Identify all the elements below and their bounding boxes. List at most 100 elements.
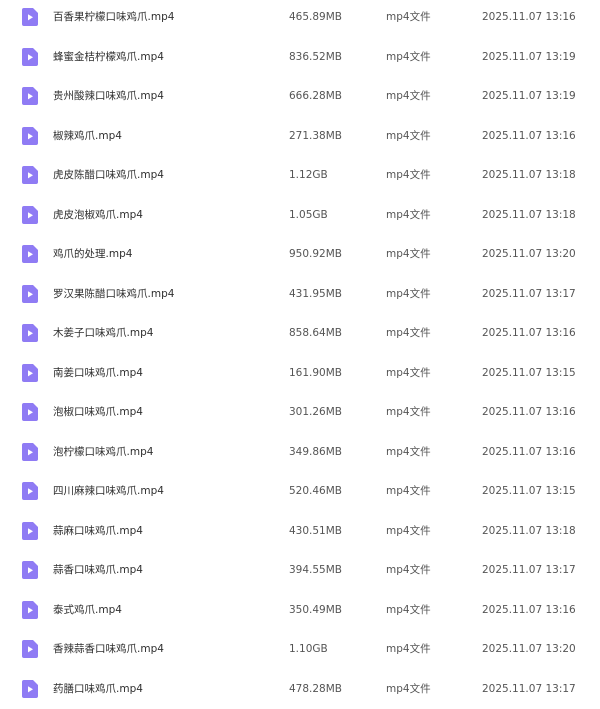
file-row[interactable]: 香辣蒜香口味鸡爪.mp4 1.10GB mp4文件 2025.11.07 13:… [0,632,600,668]
file-row[interactable]: 蜂蜜金桔柠檬鸡爪.mp4 836.52MB mp4文件 2025.11.07 1… [0,40,600,76]
file-size: 1.12GB [289,169,328,181]
file-name: 虎皮陈醋口味鸡爪.mp4 [53,169,164,181]
file-modified-date: 2025.11.07 13:16 [482,11,576,23]
file-size: 1.10GB [289,643,328,655]
file-row[interactable]: 南姜口味鸡爪.mp4 161.90MB mp4文件 2025.11.07 13:… [0,356,600,392]
file-name: 四川麻辣口味鸡爪.mp4 [53,485,164,497]
file-row[interactable]: 药膳口味鸡爪.mp4 478.28MB mp4文件 2025.11.07 13:… [0,672,600,708]
video-file-icon [22,600,38,619]
file-row[interactable]: 百香果柠檬口味鸡爪.mp4 465.89MB mp4文件 2025.11.07 … [0,0,600,36]
file-row[interactable]: 蒜香口味鸡爪.mp4 394.55MB mp4文件 2025.11.07 13:… [0,553,600,589]
file-name: 百香果柠檬口味鸡爪.mp4 [53,11,175,23]
file-size: 1.05GB [289,208,328,221]
file-row[interactable]: 泡椒口味鸡爪.mp4 301.26MB mp4文件 2025.11.07 13:… [0,395,600,431]
file-modified-date: 2025.11.07 13:20 [482,643,576,655]
file-type: mp4文件 [386,11,431,23]
file-modified-date: 2025.11.07 13:20 [482,248,576,260]
video-file-icon [22,442,38,461]
file-type: mp4文件 [386,169,431,181]
file-modified-date: 2025.11.07 13:17 [482,682,576,695]
video-file-icon [22,47,38,66]
file-name: 泡椒口味鸡爪.mp4 [53,406,143,418]
file-name: 南姜口味鸡爪.mp4 [53,366,143,379]
file-row[interactable]: 罗汉果陈醋口味鸡爪.mp4 431.95MB mp4文件 2025.11.07 … [0,277,600,313]
file-type: mp4文件 [386,485,431,497]
video-file-icon [22,640,38,658]
file-size: 394.55MB [289,564,343,576]
file-size: 858.64MB [289,327,343,339]
file-name: 药膳口味鸡爪.mp4 [53,682,143,695]
video-file-icon [22,166,38,184]
file-type: mp4文件 [386,564,431,576]
file-modified-date: 2025.11.07 13:19 [482,90,576,102]
file-size: 836.52MB [289,50,343,63]
file-modified-date: 2025.11.07 13:18 [482,208,576,221]
file-row[interactable]: 四川麻辣口味鸡爪.mp4 520.46MB mp4文件 2025.11.07 1… [0,474,600,510]
file-type: mp4文件 [386,524,431,537]
file-modified-date: 2025.11.07 13:18 [482,169,576,181]
file-name: 泡柠檬口味鸡爪.mp4 [53,445,154,458]
file-name: 椒辣鸡爪.mp4 [53,129,122,142]
video-file-icon [22,126,38,145]
video-file-icon [22,8,38,26]
file-type: mp4文件 [386,129,431,142]
file-size: 666.28MB [289,90,343,102]
file-size: 301.26MB [289,406,343,418]
video-file-icon [22,482,38,500]
video-file-icon [22,87,38,105]
file-modified-date: 2025.11.07 13:16 [482,129,576,142]
file-name: 木姜子口味鸡爪.mp4 [53,327,154,339]
file-type: mp4文件 [386,287,431,300]
file-type: mp4文件 [386,248,431,260]
file-modified-date: 2025.11.07 13:15 [482,366,576,379]
file-type: mp4文件 [386,208,431,221]
file-name: 泰式鸡爪.mp4 [53,603,122,616]
file-type: mp4文件 [386,90,431,102]
file-row[interactable]: 泡柠檬口味鸡爪.mp4 349.86MB mp4文件 2025.11.07 13… [0,435,600,471]
file-row[interactable]: 木姜子口味鸡爪.mp4 858.64MB mp4文件 2025.11.07 13… [0,316,600,352]
file-list: 百香果柠檬口味鸡爪.mp4 465.89MB mp4文件 2025.11.07 … [0,0,600,709]
file-modified-date: 2025.11.07 13:18 [482,524,576,537]
file-name: 蒜香口味鸡爪.mp4 [53,564,143,576]
file-type: mp4文件 [386,406,431,418]
file-row[interactable]: 虎皮陈醋口味鸡爪.mp4 1.12GB mp4文件 2025.11.07 13:… [0,158,600,194]
file-name: 鸡爪的处理.mp4 [53,248,133,260]
file-modified-date: 2025.11.07 13:17 [482,287,576,300]
file-modified-date: 2025.11.07 13:15 [482,485,576,497]
file-size: 478.28MB [289,682,343,695]
video-file-icon [22,363,38,382]
file-name: 蒜麻口味鸡爪.mp4 [53,524,143,537]
file-row[interactable]: 椒辣鸡爪.mp4 271.38MB mp4文件 2025.11.07 13:16 [0,119,600,155]
file-modified-date: 2025.11.07 13:16 [482,445,576,458]
file-type: mp4文件 [386,50,431,63]
file-size: 349.86MB [289,445,343,458]
video-file-icon [22,679,38,698]
video-file-icon [22,324,38,342]
video-file-icon [22,284,38,303]
video-file-icon [22,245,38,263]
file-size: 271.38MB [289,129,343,142]
file-modified-date: 2025.11.07 13:16 [482,406,576,418]
file-row[interactable]: 蒜麻口味鸡爪.mp4 430.51MB mp4文件 2025.11.07 13:… [0,514,600,550]
file-name: 虎皮泡椒鸡爪.mp4 [53,208,143,221]
file-type: mp4文件 [386,445,431,458]
file-row[interactable]: 泰式鸡爪.mp4 350.49MB mp4文件 2025.11.07 13:16 [0,593,600,629]
file-row[interactable]: 虎皮泡椒鸡爪.mp4 1.05GB mp4文件 2025.11.07 13:18 [0,198,600,234]
file-name: 贵州酸辣口味鸡爪.mp4 [53,90,164,102]
file-modified-date: 2025.11.07 13:19 [482,50,576,63]
file-type: mp4文件 [386,366,431,379]
file-modified-date: 2025.11.07 13:17 [482,564,576,576]
file-size: 161.90MB [289,366,343,379]
file-type: mp4文件 [386,682,431,695]
file-name: 罗汉果陈醋口味鸡爪.mp4 [53,287,175,300]
video-file-icon [22,521,38,540]
file-size: 430.51MB [289,524,343,537]
file-name: 香辣蒜香口味鸡爪.mp4 [53,643,164,655]
video-file-icon [22,561,38,579]
video-file-icon [22,403,38,421]
file-row[interactable]: 鸡爪的处理.mp4 950.92MB mp4文件 2025.11.07 13:2… [0,237,600,273]
file-name: 蜂蜜金桔柠檬鸡爪.mp4 [53,50,164,63]
file-row[interactable]: 贵州酸辣口味鸡爪.mp4 666.28MB mp4文件 2025.11.07 1… [0,79,600,115]
file-size: 431.95MB [289,287,343,300]
file-type: mp4文件 [386,643,431,655]
